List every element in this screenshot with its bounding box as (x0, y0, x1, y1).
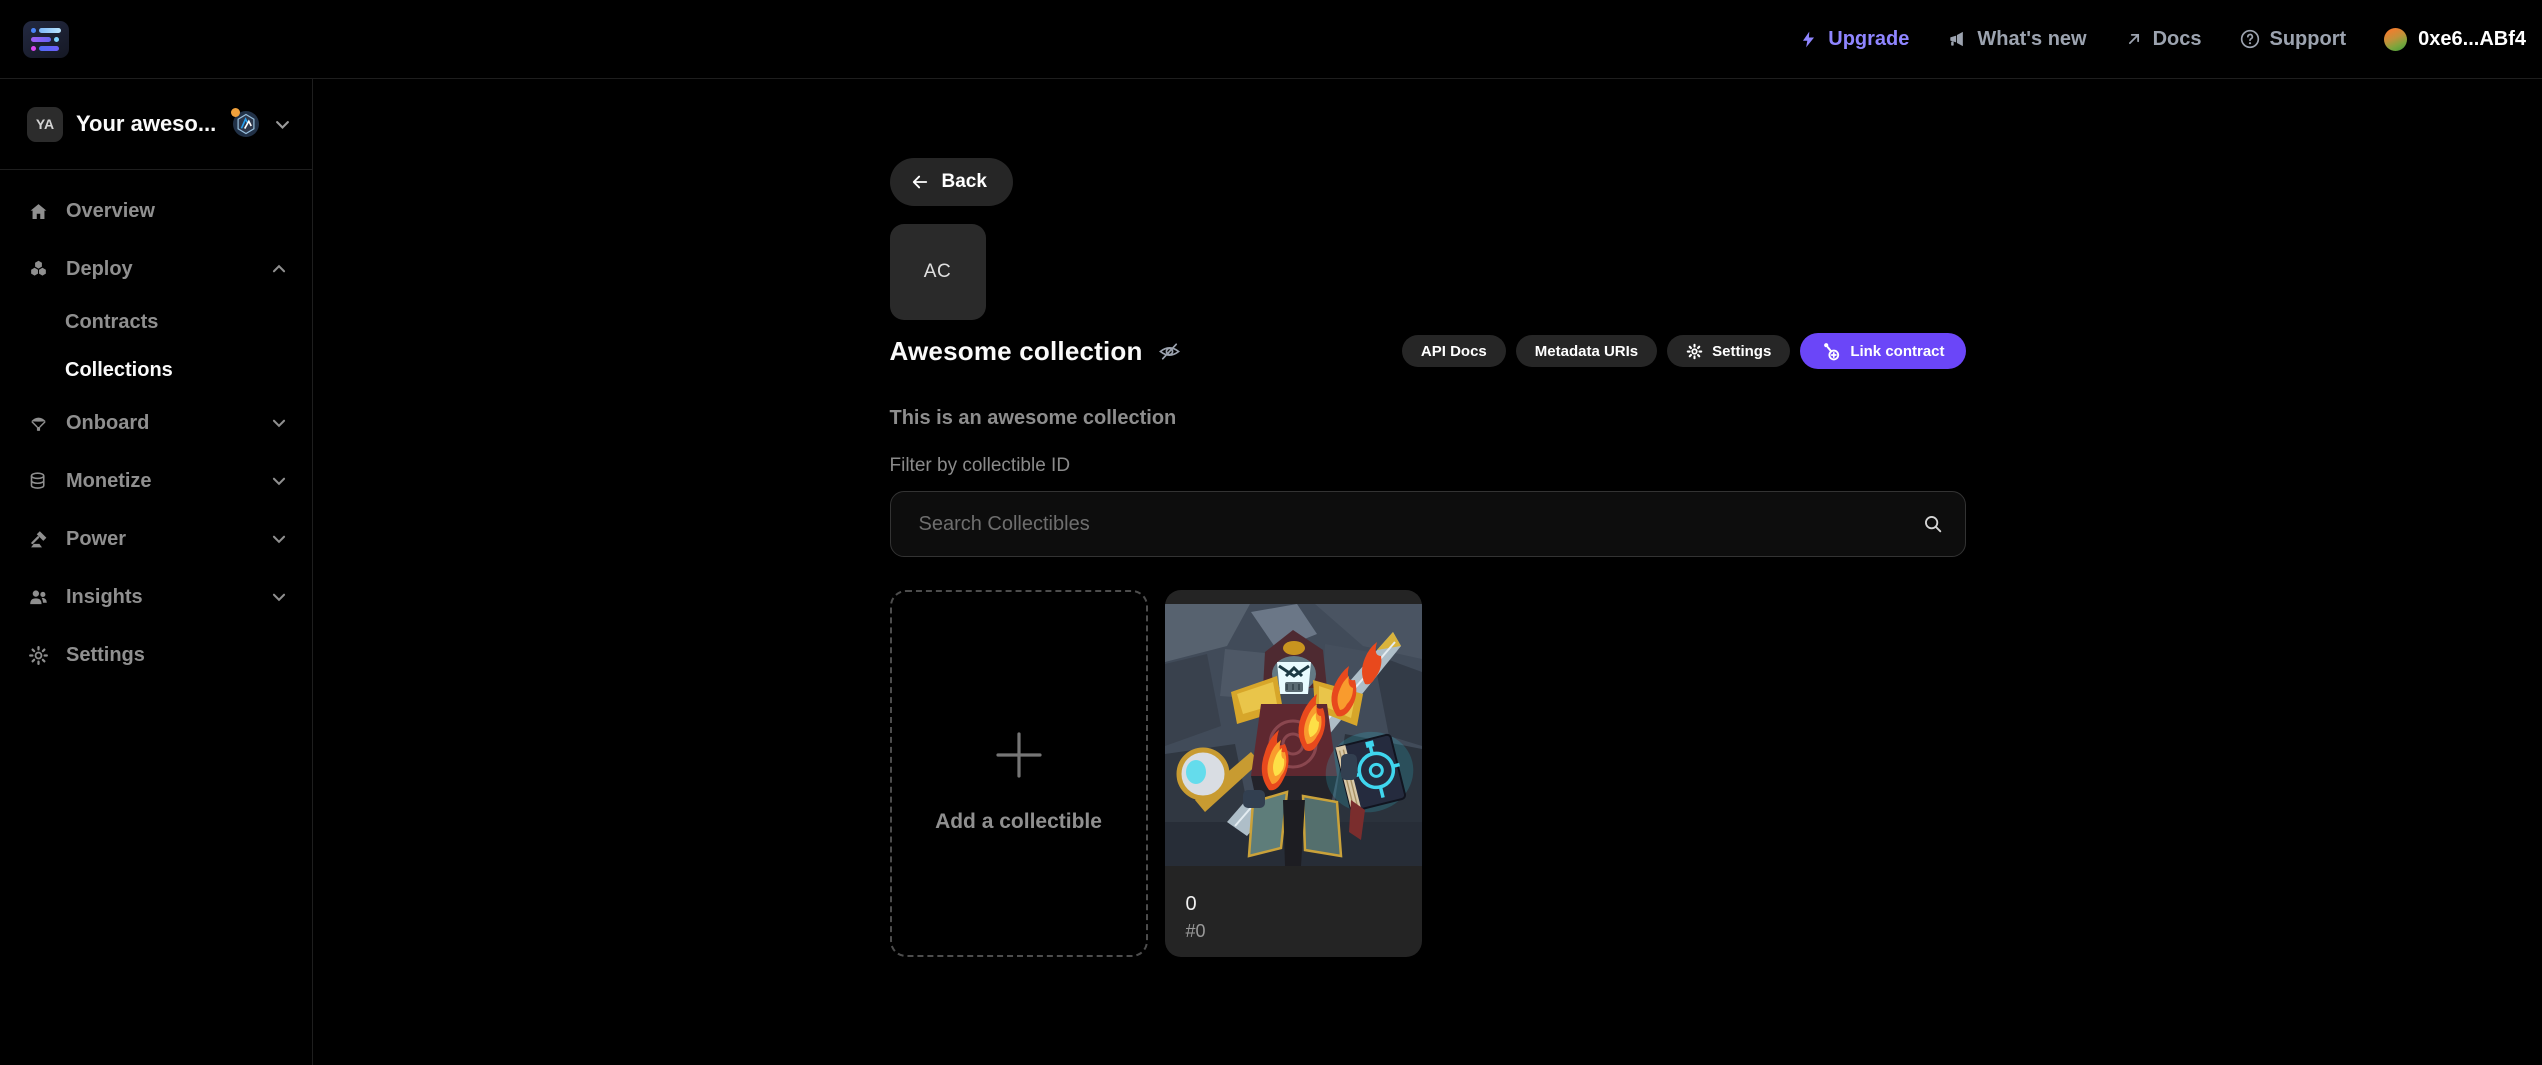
workspace-selector[interactable]: YA Your aweso... (0, 79, 312, 170)
coins-icon (28, 471, 49, 492)
sidebar-item-label: Monetize (66, 470, 270, 493)
logo-dot (31, 28, 36, 33)
support-link[interactable]: Support (2240, 28, 2347, 51)
question-circle-icon (2240, 29, 2260, 49)
notification-dot (231, 108, 240, 117)
link-contract-button[interactable]: Link contract (1800, 333, 1965, 369)
nft-card[interactable]: 0 #0 (1165, 590, 1422, 957)
docs-link[interactable]: Docs (2125, 28, 2202, 51)
chevron-up-icon (270, 260, 288, 278)
chevron-down-icon (270, 530, 288, 548)
logo-bar (39, 28, 61, 33)
topbar-nav: Upgrade What's new Docs Support 0xe6...A… (1799, 28, 2526, 51)
logo-bar (39, 46, 59, 51)
page-title: Awesome collection (890, 336, 1143, 367)
megaphone-icon (1947, 29, 1967, 49)
logo-dot (54, 37, 59, 42)
api-docs-label: API Docs (1421, 343, 1487, 360)
gear-icon (28, 645, 49, 666)
upgrade-link[interactable]: Upgrade (1799, 28, 1909, 51)
gavel-icon (28, 529, 49, 550)
sidebar-item-monetize[interactable]: Monetize (0, 452, 312, 510)
wallet-avatar (2384, 28, 2407, 51)
whats-new-link[interactable]: What's new (1947, 28, 2086, 51)
topbar: Upgrade What's new Docs Support 0xe6...A… (0, 0, 2542, 79)
sidebar-item-onboard[interactable]: Onboard (0, 394, 312, 452)
metadata-uris-label: Metadata URIs (1535, 343, 1638, 360)
logo-dot (31, 46, 36, 51)
add-collectible-card[interactable]: Add a collectible (890, 590, 1148, 957)
sidebar-item-label: Settings (66, 644, 288, 667)
wallet-address: 0xe6...ABf4 (2418, 28, 2526, 51)
metadata-uris-button[interactable]: Metadata URIs (1516, 335, 1657, 367)
sidebar-item-settings[interactable]: Settings (0, 626, 312, 684)
search-icon (1922, 513, 1944, 535)
sidebar-item-overview[interactable]: Overview (0, 182, 312, 240)
settings-label: Settings (1712, 343, 1771, 360)
sidebar-nav: Overview Deploy Contracts Collections On… (0, 170, 312, 684)
arrow-left-icon (910, 172, 930, 192)
filter-label: Filter by collectible ID (890, 455, 1966, 477)
search-input[interactable] (890, 491, 1966, 557)
link-plus-icon (1821, 341, 1841, 361)
sidebar-item-label: Overview (66, 200, 288, 223)
sidebar-item-contracts[interactable]: Contracts (0, 298, 312, 346)
sidebar-item-label: Deploy (66, 258, 270, 281)
plus-icon (991, 727, 1047, 783)
sidebar-item-label: Contracts (65, 311, 158, 334)
nft-token-id: #0 (1186, 921, 1401, 942)
chevron-down-icon (273, 115, 292, 134)
home-icon (28, 201, 49, 222)
settings-button[interactable]: Settings (1667, 335, 1790, 367)
back-button[interactable]: Back (890, 158, 1013, 206)
workspace-name: Your aweso... (76, 111, 225, 137)
docs-label: Docs (2153, 28, 2202, 51)
hexagons-icon (28, 259, 49, 280)
whats-new-label: What's new (1977, 28, 2086, 51)
arrow-up-right-icon (2125, 30, 2143, 48)
add-collectible-label: Add a collectible (935, 810, 1102, 834)
chevron-down-icon (270, 472, 288, 490)
sidebar-item-label: Collections (65, 359, 173, 382)
sidebar-item-power[interactable]: Power (0, 510, 312, 568)
nft-name: 0 (1186, 893, 1401, 916)
sidebar-item-deploy[interactable]: Deploy (0, 240, 312, 298)
parachute-icon (28, 413, 49, 434)
chevron-down-icon (270, 414, 288, 432)
lightning-bolt-icon (1799, 30, 1818, 49)
sidebar-item-label: Insights (66, 586, 270, 609)
eye-off-icon[interactable] (1158, 340, 1181, 363)
api-docs-button[interactable]: API Docs (1402, 335, 1506, 367)
main-content: Back AC Awesome collection API Docs Meta… (313, 79, 2542, 1065)
workspace-avatar: YA (27, 107, 63, 142)
chevron-down-icon (270, 588, 288, 606)
sidebar-item-label: Onboard (66, 412, 270, 435)
back-label: Back (942, 171, 987, 193)
sidebar: YA Your aweso... Overview Deploy Contrac… (0, 79, 313, 1065)
app-logo-icon[interactable] (23, 21, 69, 58)
wallet-menu[interactable]: 0xe6...ABf4 (2384, 28, 2526, 51)
logo-bar (31, 37, 51, 42)
link-contract-label: Link contract (1850, 343, 1944, 360)
upgrade-label: Upgrade (1828, 28, 1909, 51)
users-icon (28, 587, 49, 608)
collection-toolbar: API Docs Metadata URIs Settings Link con… (1402, 333, 1966, 369)
support-label: Support (2270, 28, 2347, 51)
sidebar-item-insights[interactable]: Insights (0, 568, 312, 626)
collection-avatar: AC (890, 224, 986, 320)
collection-description: This is an awesome collection (890, 407, 1966, 430)
gear-icon (1686, 343, 1703, 360)
nft-image (1165, 604, 1422, 866)
network-badge-icon (233, 111, 259, 137)
sidebar-item-label: Power (66, 528, 270, 551)
sidebar-item-collections[interactable]: Collections (0, 346, 312, 394)
